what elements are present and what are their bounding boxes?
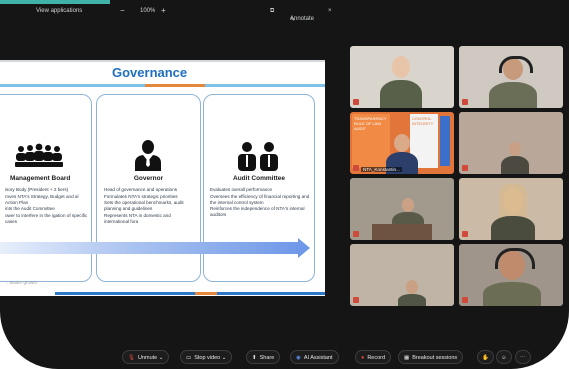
muted-icon: [353, 99, 359, 105]
raise-hand-button[interactable]: ✋: [477, 350, 494, 364]
muted-icon: [462, 297, 468, 303]
bullet-text: Reinforces the independence of NTA's int…: [210, 206, 305, 217]
participant-video: [406, 280, 418, 294]
headset-icon: [499, 56, 533, 73]
participant-tile[interactable]: [350, 46, 454, 108]
close-share-button[interactable]: ×: [328, 8, 332, 14]
person-suit-icon: [135, 140, 161, 171]
participant-video: [509, 142, 521, 156]
muted-icon: [353, 297, 359, 303]
management-board-bullets: isory Body (President + 2 bers) roves NT…: [5, 187, 90, 225]
bullet-text: isory Body (President + 2 bers): [5, 187, 69, 192]
bullet-text: Sets the operational benchmarks, audit p…: [104, 200, 184, 211]
screenshot-frame: View applications − 100% + ⧉ ✎ Annotate …: [0, 0, 569, 369]
bullet-text: roves NTA's Strategy, Budget and al Acti…: [5, 193, 79, 205]
unmute-button[interactable]: 🎙 Unmute ⌄: [122, 350, 170, 364]
breakout-label: Breakout sessions: [412, 355, 458, 361]
bullet-text: ower to interfere in the igation of spec…: [5, 212, 88, 224]
slide-title: Governance: [112, 65, 188, 80]
bullet-text: ints the Audit Committee: [5, 206, 55, 211]
participant-video: [489, 82, 537, 108]
bullet-text: Head of governance and operations: [104, 187, 178, 192]
participant-tile[interactable]: [459, 178, 563, 240]
ai-assistant-button[interactable]: ◉ AI Assistant: [290, 350, 339, 364]
participant-video: [398, 294, 426, 306]
two-people-icon: [238, 142, 278, 171]
bullet-text: Evaluates overall performance: [210, 187, 273, 192]
muted-icon: [462, 231, 468, 237]
participant-tile[interactable]: [350, 178, 454, 240]
slide-bottom-bar: [55, 292, 325, 295]
muted-icon: [462, 99, 468, 105]
timeline-arrow-band: [0, 242, 300, 254]
annotate-label: Annotate: [290, 16, 315, 22]
card-title-governor: Governor: [133, 175, 164, 182]
card-title-audit-committee: Audit Committee: [233, 175, 285, 182]
record-icon: ●: [361, 355, 365, 361]
record-button[interactable]: ● Record: [355, 350, 392, 364]
zoom-in-button[interactable]: +: [161, 6, 166, 15]
share-icon: ⬆: [252, 355, 257, 361]
participant-video: [380, 80, 422, 108]
ai-assistant-label: AI Assistant: [303, 355, 333, 361]
poster-left: TRANSPARENCY RULE OF LAW AUDIT: [352, 114, 390, 168]
muted-icon: [353, 165, 359, 171]
bullet-text: Represents NTA in domestic and internati…: [104, 212, 171, 224]
flag-graphic: [440, 116, 450, 166]
audit-committee-bullets: Evaluates overall performance Oversees t…: [210, 187, 310, 219]
participant-tile-active[interactable]: TRANSPARENCY RULE OF LAW AUDIT CONTROL I…: [350, 112, 454, 174]
participant-video: [501, 156, 529, 174]
bullet-text: Formulates NTA's strategic priorities: [104, 193, 178, 199]
breakout-sessions-button[interactable]: ▦ Breakout sessions: [398, 350, 464, 364]
more-icon: ⋯: [520, 355, 526, 361]
slide-footer-text: ...leader growth: [6, 280, 38, 285]
reactions-button[interactable]: ☺: [496, 350, 512, 364]
slide-bottom-accent: [195, 292, 217, 295]
video-camera-icon: ▭: [186, 355, 192, 361]
mic-off-icon: 🎙: [128, 355, 135, 361]
governor-bullets: Head of governance and operations Formul…: [104, 187, 196, 225]
meeting-controls-bar: 🎙 Unmute ⌄ ▭ Stop video ⌄ ⬆ Share ◉ AI Assis…: [0, 344, 569, 369]
chevron-down-icon: ⌄: [221, 355, 227, 361]
slide-title-accent: [145, 84, 205, 87]
participant-tile[interactable]: [459, 112, 563, 174]
participant-name: NTA_Konstantin...: [361, 167, 402, 172]
share-button[interactable]: ⬆ Share: [246, 350, 281, 364]
breakout-icon: ▦: [404, 355, 410, 361]
shared-slide: Governance Management Board isory Body (…: [0, 60, 325, 296]
participant-video: [392, 56, 410, 78]
record-label: Record: [367, 355, 386, 361]
muted-icon: [353, 231, 359, 237]
participant-tile[interactable]: [459, 46, 563, 108]
participant-video: [491, 216, 535, 240]
view-applications-button[interactable]: View applications: [36, 8, 82, 14]
stop-video-button[interactable]: ▭ Stop video ⌄: [180, 350, 233, 364]
participant-tile[interactable]: [459, 244, 563, 306]
participant-video: [483, 282, 541, 306]
hand-icon: ✋: [482, 355, 489, 361]
ai-assistant-icon: ◉: [296, 355, 301, 361]
slide-top-divider: [0, 60, 325, 62]
headset-icon: [495, 248, 535, 269]
unmute-label: Unmute: [137, 355, 158, 361]
chevron-down-icon: ⌄: [158, 355, 164, 361]
share-toolbar: View applications − 100% + ⧉ ✎ Annotate …: [0, 0, 569, 26]
participant-tile[interactable]: [350, 244, 454, 306]
zoom-out-button[interactable]: −: [120, 6, 125, 15]
muted-icon: [462, 165, 468, 171]
group-people-icon: [15, 143, 63, 167]
meeting-window: View applications − 100% + ⧉ ✎ Annotate …: [0, 0, 569, 369]
participant-video: [402, 198, 414, 212]
participant-video: [394, 134, 410, 152]
zoom-level[interactable]: 100%: [140, 8, 155, 14]
timeline-arrow-head: [298, 238, 310, 258]
more-options-button[interactable]: ⋯: [515, 350, 531, 364]
stop-video-label: Stop video: [194, 355, 221, 361]
screenshot-icon[interactable]: ⧉: [270, 8, 274, 15]
desk-graphic: [372, 224, 432, 240]
share-label: Share: [259, 355, 275, 361]
smiley-icon: ☺: [501, 355, 507, 361]
bullet-text: Oversees the efficiency of financial rep…: [210, 193, 310, 205]
